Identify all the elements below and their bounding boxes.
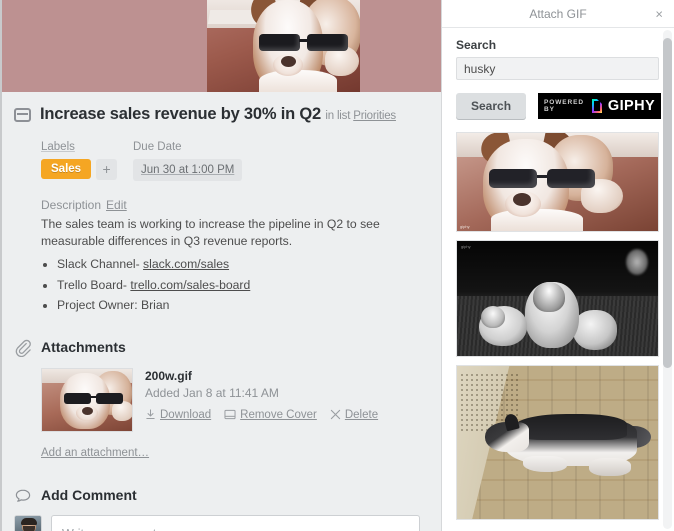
description-heading-row: Description Edit	[41, 198, 427, 212]
add-label-button[interactable]: +	[96, 158, 118, 180]
labels-section: Labels Sales +	[41, 137, 133, 181]
list-item: Slack Channel- slack.com/sales	[57, 254, 427, 275]
download-label: Download	[160, 408, 212, 421]
close-icon[interactable]: ×	[655, 7, 663, 20]
due-date-value[interactable]: Jun 30 at 1:00 PM	[133, 158, 243, 181]
attachments-heading: Attachments	[41, 339, 126, 356]
bullet-text: Slack Channel-	[57, 257, 144, 272]
label-row: Sales +	[41, 158, 133, 180]
add-comment-heading: Add Comment	[41, 487, 137, 504]
description-section: Description Edit The sales team is workin…	[14, 181, 427, 316]
attachment-added-date: Added Jan 8 at 11:41 AM	[145, 385, 279, 400]
card-title-row: Increase sales revenue by 30% in Q2 in l…	[14, 92, 427, 125]
cover-photo	[207, 0, 360, 92]
label-chip-sales[interactable]: Sales	[41, 159, 92, 180]
attachment-actions: Download Remove Cover Delete	[145, 409, 378, 421]
list-item: Trello Board- trello.com/sales-board	[57, 275, 427, 296]
add-comment-header: Add Comment	[14, 486, 427, 505]
gif-panel-body: Search husky Search POWERED BY GIPHY gip…	[442, 28, 674, 531]
cover-icon	[224, 410, 236, 420]
delete-action[interactable]: Delete	[330, 409, 378, 421]
delete-label: Delete	[344, 408, 379, 421]
comment-placeholder: Write a comment…	[62, 527, 169, 531]
add-comment-section: Add Comment Write a comment…	[14, 461, 427, 531]
gif-result-2[interactable]: giphy	[456, 240, 659, 357]
due-date-heading: Due Date	[133, 140, 182, 153]
card-detail-with-gif-picker: Increase sales revenue by 30% in Q2 in l…	[0, 0, 674, 531]
description-heading: Description	[41, 197, 102, 212]
in-list-prefix: in list	[325, 110, 351, 122]
trello-board-link[interactable]: trello.com/sales-board	[130, 278, 250, 292]
attachment-name[interactable]: 200w.gif	[145, 369, 378, 383]
list-name-link[interactable]: Priorities	[353, 110, 396, 122]
comment-input[interactable]: Write a comment…	[51, 514, 420, 531]
attachment-info: 200w.gif Added Jan 8 at 11:41 AM Downloa…	[145, 368, 378, 432]
card-body: Increase sales revenue by 30% in Q2 in l…	[2, 92, 441, 531]
gif-panel-scrollbar[interactable]	[663, 30, 672, 529]
gif-result-1[interactable]: giphy	[456, 132, 659, 232]
list-item: Project Owner: Brian	[57, 295, 427, 316]
search-label: Search	[456, 38, 497, 52]
download-icon	[146, 409, 155, 420]
attachment-thumbnail[interactable]	[41, 367, 133, 432]
comment-composer: Write a comment…	[14, 505, 427, 531]
card-detail-pane: Increase sales revenue by 30% in Q2 in l…	[0, 0, 441, 531]
giphy-logo-icon	[592, 99, 602, 113]
giphy-brand-label: GIPHY	[607, 98, 656, 114]
bullet-text: Trello Board-	[57, 277, 131, 292]
attachment-item: 200w.gif Added Jan 8 at 11:41 AM Downloa…	[14, 357, 427, 432]
add-attachment-link[interactable]: Add an attachment…	[41, 447, 149, 459]
bullet-text: Project Owner: Brian	[57, 298, 170, 313]
gif-results-list: giphy giphy	[456, 132, 659, 520]
gif-panel-header: Attach GIF ×	[442, 0, 674, 28]
gif-panel-title: Attach GIF	[529, 6, 587, 21]
due-date-section: Due Date Jun 30 at 1:00 PM	[133, 137, 243, 181]
search-button[interactable]: Search	[456, 93, 527, 119]
powered-by-label: POWERED BY	[544, 99, 584, 113]
slack-channel-link[interactable]: slack.com/sales	[143, 257, 229, 271]
giphy-attribution-badge: POWERED BY GIPHY	[538, 93, 662, 119]
close-icon	[330, 410, 341, 420]
search-input[interactable]: husky	[456, 57, 659, 80]
attachments-header: Attachments	[14, 316, 427, 357]
page-title[interactable]: Increase sales revenue by 30% in Q2 in l…	[40, 104, 396, 125]
gif-result-3[interactable]	[456, 365, 659, 520]
comment-bubble-icon	[14, 487, 32, 505]
card-icon	[14, 108, 31, 122]
scrollbar-thumb[interactable]	[663, 38, 672, 368]
avatar[interactable]	[14, 514, 42, 531]
paperclip-icon	[14, 339, 32, 357]
remove-cover-action[interactable]: Remove Cover	[224, 409, 317, 421]
attach-gif-panel: Attach GIF × Search husky Search POWERED…	[441, 0, 674, 531]
card-cover-image[interactable]	[2, 0, 441, 92]
description-text: The sales team is working to increase th…	[41, 216, 380, 248]
remove-cover-label: Remove Cover	[240, 408, 317, 421]
card-title-text: Increase sales revenue by 30% in Q2	[40, 105, 322, 123]
in-list-label: in list Priorities	[325, 110, 396, 122]
download-action[interactable]: Download	[145, 409, 211, 421]
search-controls-row: Search POWERED BY GIPHY	[456, 93, 662, 119]
card-meta-row: Labels Sales + Due Date Jun 30 at 1:00 P…	[14, 125, 427, 181]
description-bullet-list: Slack Channel- slack.com/sales Trello Bo…	[57, 254, 427, 316]
description-edit-link[interactable]: Edit	[106, 198, 127, 212]
labels-heading: Labels	[41, 140, 75, 153]
